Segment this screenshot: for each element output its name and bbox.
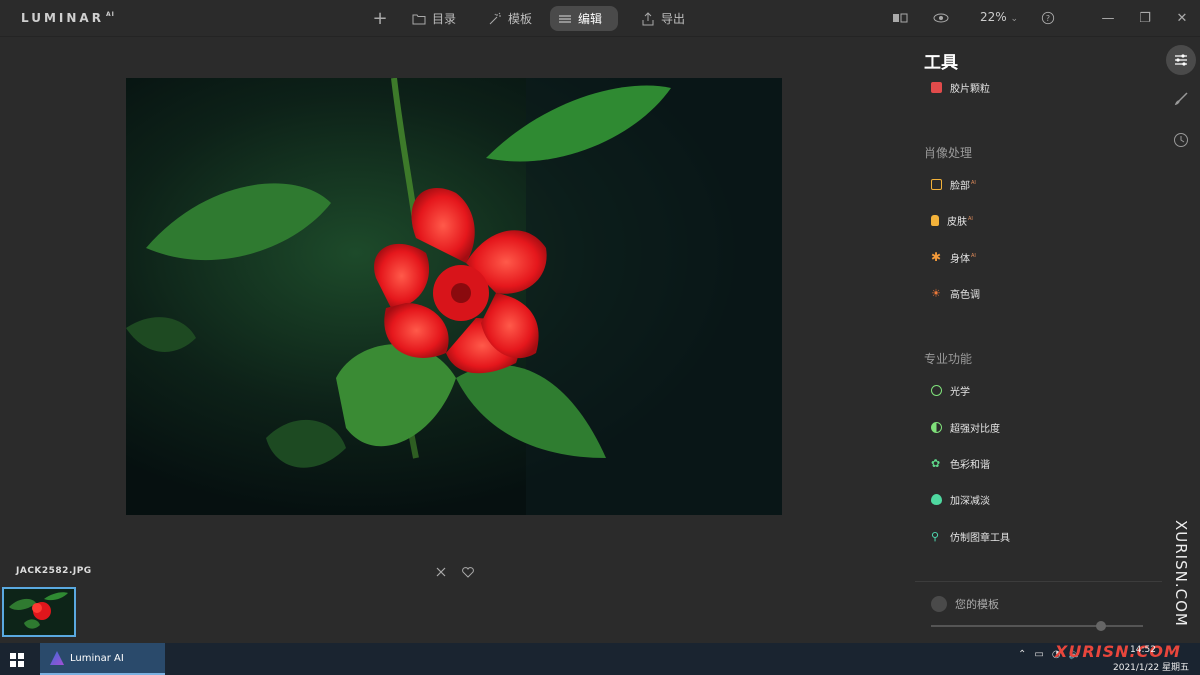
tool-label: 色彩和谐 bbox=[950, 459, 990, 471]
hibiscus-photo bbox=[126, 78, 782, 515]
history-icon[interactable] bbox=[1166, 125, 1196, 155]
taskbar-app-label: Luminar AI bbox=[70, 652, 124, 664]
watermark-logo-text: XURISN.COM bbox=[1055, 642, 1181, 661]
edit-button[interactable]: 编辑 bbox=[550, 6, 618, 31]
svg-text:?: ? bbox=[1046, 14, 1050, 23]
thumbnail-image bbox=[4, 589, 74, 635]
tool-label: 脸部 bbox=[950, 180, 970, 192]
tool-body[interactable]: ✱ 身体AI bbox=[931, 249, 976, 265]
tool-label: 皮肤 bbox=[947, 216, 967, 228]
sliders-icon bbox=[559, 15, 571, 22]
tool-high-key[interactable]: ☀ 高色调 bbox=[931, 285, 980, 301]
taskbar-app-luminar[interactable]: Luminar AI bbox=[40, 643, 165, 675]
templates-button[interactable]: 模板 bbox=[480, 6, 540, 31]
luminar-window: LUMINAR AI + 目录 模板 编辑 导出 22% ⌄ ? — ❐ ✕ J… bbox=[0, 0, 1200, 675]
export-icon bbox=[642, 11, 654, 25]
tool-film-grain[interactable]: 胶片颗粒 bbox=[931, 79, 990, 95]
adjust-tools-icon[interactable] bbox=[1166, 45, 1196, 75]
amount-slider[interactable] bbox=[931, 621, 1143, 631]
eye-icon[interactable] bbox=[933, 10, 949, 26]
section-portrait: 肖像处理 bbox=[924, 146, 973, 160]
tool-label: 胶片颗粒 bbox=[950, 83, 990, 95]
catalog-label: 目录 bbox=[432, 12, 457, 26]
help-icon[interactable]: ? bbox=[1040, 10, 1056, 26]
panel-title: 工具 bbox=[924, 53, 958, 73]
section-professional: 专业功能 bbox=[924, 352, 973, 366]
tool-color-harmony[interactable]: ✿ 色彩和谐 bbox=[931, 455, 990, 471]
export-label: 导出 bbox=[661, 12, 686, 26]
slider-knob[interactable] bbox=[1096, 621, 1106, 631]
tool-dodge-burn[interactable]: 加深减淡 bbox=[931, 491, 990, 507]
clock-time[interactable]: 14:52 bbox=[1130, 645, 1156, 655]
panel-divider bbox=[915, 581, 1162, 582]
tool-label: 仿制图章工具 bbox=[950, 532, 1010, 544]
brush-icon[interactable] bbox=[1166, 84, 1196, 114]
tool-label: 身体 bbox=[950, 253, 970, 265]
tools-panel: 工具 胶片颗粒 肖像处理 脸部AI 皮肤AI ✱ 身体AI ☀ 高色调 专业功能… bbox=[915, 38, 1162, 643]
compare-icon[interactable] bbox=[892, 10, 908, 26]
image-canvas bbox=[0, 38, 915, 558]
add-icon[interactable]: + bbox=[372, 8, 388, 29]
template-icon bbox=[931, 596, 947, 612]
color-harmony-icon: ✿ bbox=[931, 456, 941, 470]
tool-label: 超强对比度 bbox=[950, 423, 1000, 435]
ai-badge: AI bbox=[968, 216, 973, 223]
optics-icon bbox=[931, 384, 942, 396]
clock-date[interactable]: 2021/1/22 星期五 bbox=[1113, 660, 1189, 673]
photo-thumbnail[interactable] bbox=[2, 587, 76, 637]
zoom-dropdown[interactable]: 22% ⌄ bbox=[980, 10, 1018, 24]
tool-supercontrast[interactable]: 超强对比度 bbox=[931, 419, 1000, 435]
edited-photo[interactable] bbox=[126, 78, 782, 515]
restore-icon[interactable]: ❐ bbox=[1137, 10, 1153, 26]
export-button[interactable]: 导出 bbox=[633, 6, 693, 31]
edit-label: 编辑 bbox=[578, 12, 603, 26]
film-grain-icon bbox=[931, 81, 942, 93]
your-templates[interactable]: 您的模板 bbox=[931, 596, 999, 612]
app-logo: LUMINAR AI bbox=[21, 11, 115, 25]
face-icon bbox=[931, 178, 942, 190]
magic-wand-icon bbox=[489, 12, 501, 24]
templates-label: 模板 bbox=[508, 12, 533, 26]
templates-label: 您的模板 bbox=[955, 598, 999, 611]
supercontrast-icon bbox=[931, 421, 942, 433]
ai-badge: AI bbox=[971, 253, 976, 260]
watermark-text: XURISN.COM bbox=[1172, 520, 1190, 627]
tool-label: 高色调 bbox=[950, 289, 980, 301]
tool-skin[interactable]: 皮肤AI bbox=[931, 212, 973, 228]
high-key-icon: ☀ bbox=[931, 286, 941, 300]
skin-icon bbox=[931, 214, 939, 226]
tool-face[interactable]: 脸部AI bbox=[931, 176, 976, 192]
photo-filename: JACK2582.JPG bbox=[16, 566, 92, 576]
close-icon[interactable]: ✕ bbox=[1174, 10, 1190, 26]
tool-clone-stamp[interactable]: ⚲ 仿制图章工具 bbox=[931, 528, 1010, 544]
reject-icon[interactable] bbox=[434, 564, 448, 578]
tool-label: 加深减淡 bbox=[950, 495, 990, 507]
chevron-up-icon[interactable]: ⌃ bbox=[1018, 649, 1026, 660]
catalog-button[interactable]: 目录 bbox=[404, 6, 464, 31]
minimize-icon[interactable]: — bbox=[1100, 10, 1116, 26]
heart-icon[interactable] bbox=[461, 564, 475, 578]
dodge-burn-icon bbox=[931, 493, 942, 505]
clone-stamp-icon: ⚲ bbox=[931, 529, 940, 543]
top-bar: LUMINAR AI + 目录 模板 编辑 导出 22% ⌄ ? — ❐ ✕ bbox=[0, 0, 1200, 37]
windows-taskbar: Luminar AI ⌃ ▭ ◔ 🔈 bbox=[0, 643, 1200, 675]
battery-icon[interactable]: ▭ bbox=[1034, 649, 1043, 660]
tool-optics[interactable]: 光学 bbox=[931, 382, 970, 398]
ai-badge: AI bbox=[971, 180, 976, 187]
folder-icon bbox=[412, 14, 426, 24]
luminar-app-icon bbox=[50, 651, 64, 665]
body-icon: ✱ bbox=[931, 249, 942, 264]
windows-start-icon[interactable] bbox=[10, 652, 24, 667]
tool-label: 光学 bbox=[950, 386, 970, 398]
chevron-down-icon: ⌄ bbox=[1010, 14, 1019, 24]
